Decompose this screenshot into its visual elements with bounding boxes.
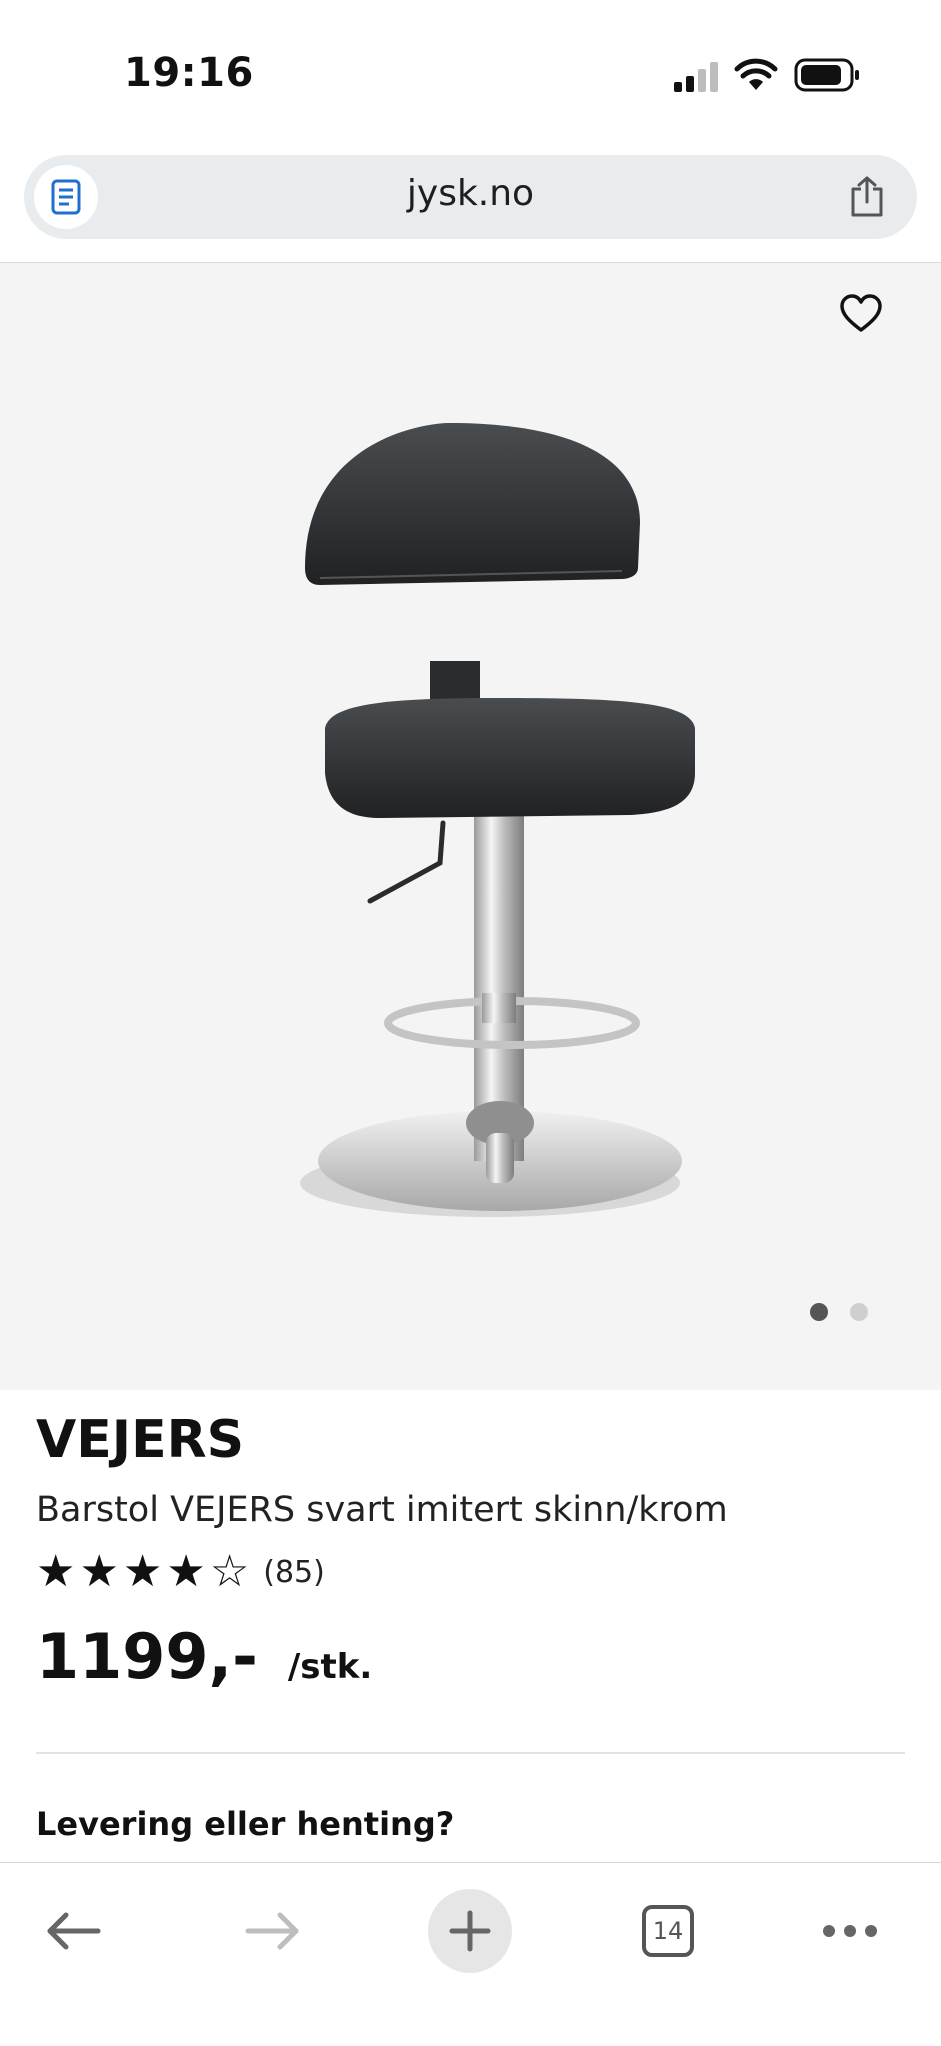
star-filled-icon: ★: [122, 1546, 163, 1597]
carousel-dot-1[interactable]: [810, 1303, 828, 1321]
star-empty-icon: ☆: [209, 1546, 250, 1597]
status-bar: 19:16: [0, 0, 941, 150]
tab-count: 14: [642, 1905, 694, 1957]
wifi-icon: [734, 58, 778, 90]
plus-icon: [449, 1910, 491, 1952]
product-rating[interactable]: ★ ★ ★ ★ ☆ (85): [36, 1550, 325, 1594]
star-filled-icon: ★: [79, 1546, 119, 1597]
browser-toolbar: 14: [0, 1862, 941, 2046]
share-icon[interactable]: [847, 175, 887, 219]
delivery-heading[interactable]: Levering eller henting?: [36, 1805, 454, 1843]
url-text[interactable]: jysk.no: [24, 173, 917, 214]
price-unit: /stk.: [287, 1647, 373, 1687]
favorite-heart-icon[interactable]: [839, 293, 883, 333]
more-menu-button[interactable]: [810, 1891, 890, 1971]
cellular-signal-icon: [674, 62, 718, 92]
address-bar[interactable]: jysk.no: [24, 155, 917, 239]
arrow-left-icon: [47, 1912, 101, 1950]
product-description: Barstol VEJERS svart imitert skinn/krom: [36, 1490, 728, 1530]
status-time: 19:16: [124, 50, 254, 96]
arrow-right-icon: [245, 1912, 299, 1950]
product-brand: VEJERS: [36, 1410, 245, 1470]
back-button[interactable]: [34, 1891, 114, 1971]
carousel-dots[interactable]: [810, 1303, 868, 1321]
home-indicator: [312, 2024, 630, 2034]
section-divider: [36, 1752, 905, 1754]
rating-stars: ★ ★ ★ ★ ☆: [36, 1550, 249, 1594]
star-filled-icon: ★: [166, 1546, 206, 1597]
tabs-button[interactable]: 14: [628, 1891, 708, 1971]
product-price: 1199,-: [36, 1620, 258, 1693]
carousel-dot-2[interactable]: [850, 1303, 868, 1321]
product-image-bar-stool: [300, 423, 695, 1217]
battery-icon: [794, 58, 859, 92]
more-dots-icon: [823, 1925, 877, 1937]
price-row: 1199,- /stk.: [36, 1620, 372, 1693]
review-count[interactable]: (85): [263, 1555, 325, 1590]
new-tab-button[interactable]: [428, 1889, 512, 1973]
forward-button[interactable]: [232, 1891, 312, 1971]
product-image-carousel[interactable]: [0, 263, 941, 1390]
star-filled-icon: ★: [36, 1546, 76, 1597]
